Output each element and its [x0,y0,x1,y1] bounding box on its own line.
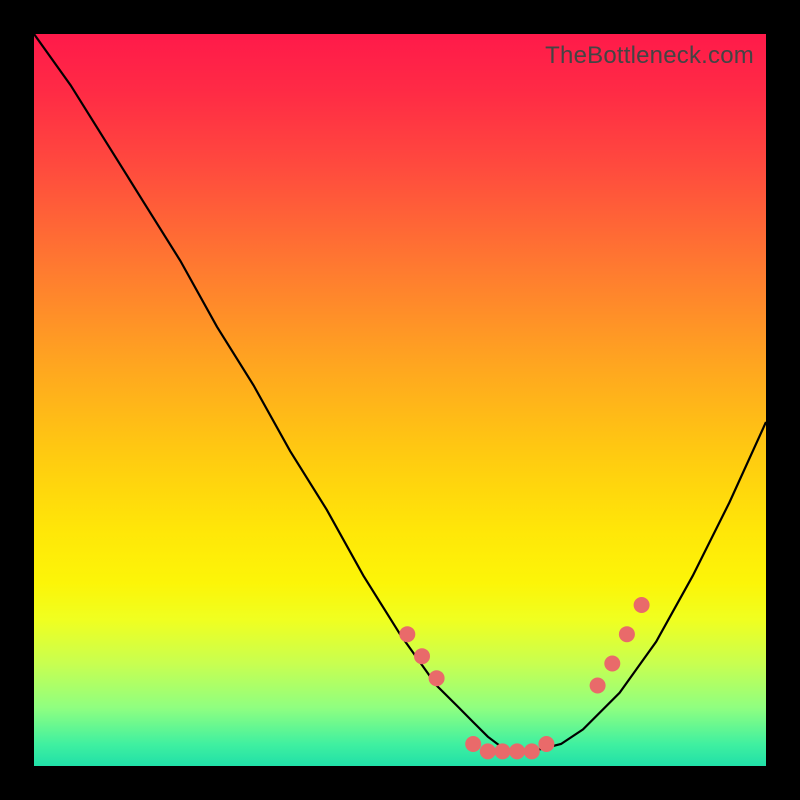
marker-point [590,678,606,694]
marker-point [429,670,445,686]
marker-point [509,743,525,759]
bottleneck-curve [34,34,766,751]
marker-point [414,648,430,664]
marker-point [538,736,554,752]
marker-point [495,743,511,759]
marker-point [480,743,496,759]
marker-point [524,743,540,759]
chart-svg [34,34,766,766]
chart-container: TheBottleneck.com [0,0,800,800]
highlighted-points [399,597,649,759]
marker-point [399,626,415,642]
marker-point [634,597,650,613]
marker-point [619,626,635,642]
marker-point [465,736,481,752]
marker-point [604,656,620,672]
plot-area: TheBottleneck.com [34,34,766,766]
